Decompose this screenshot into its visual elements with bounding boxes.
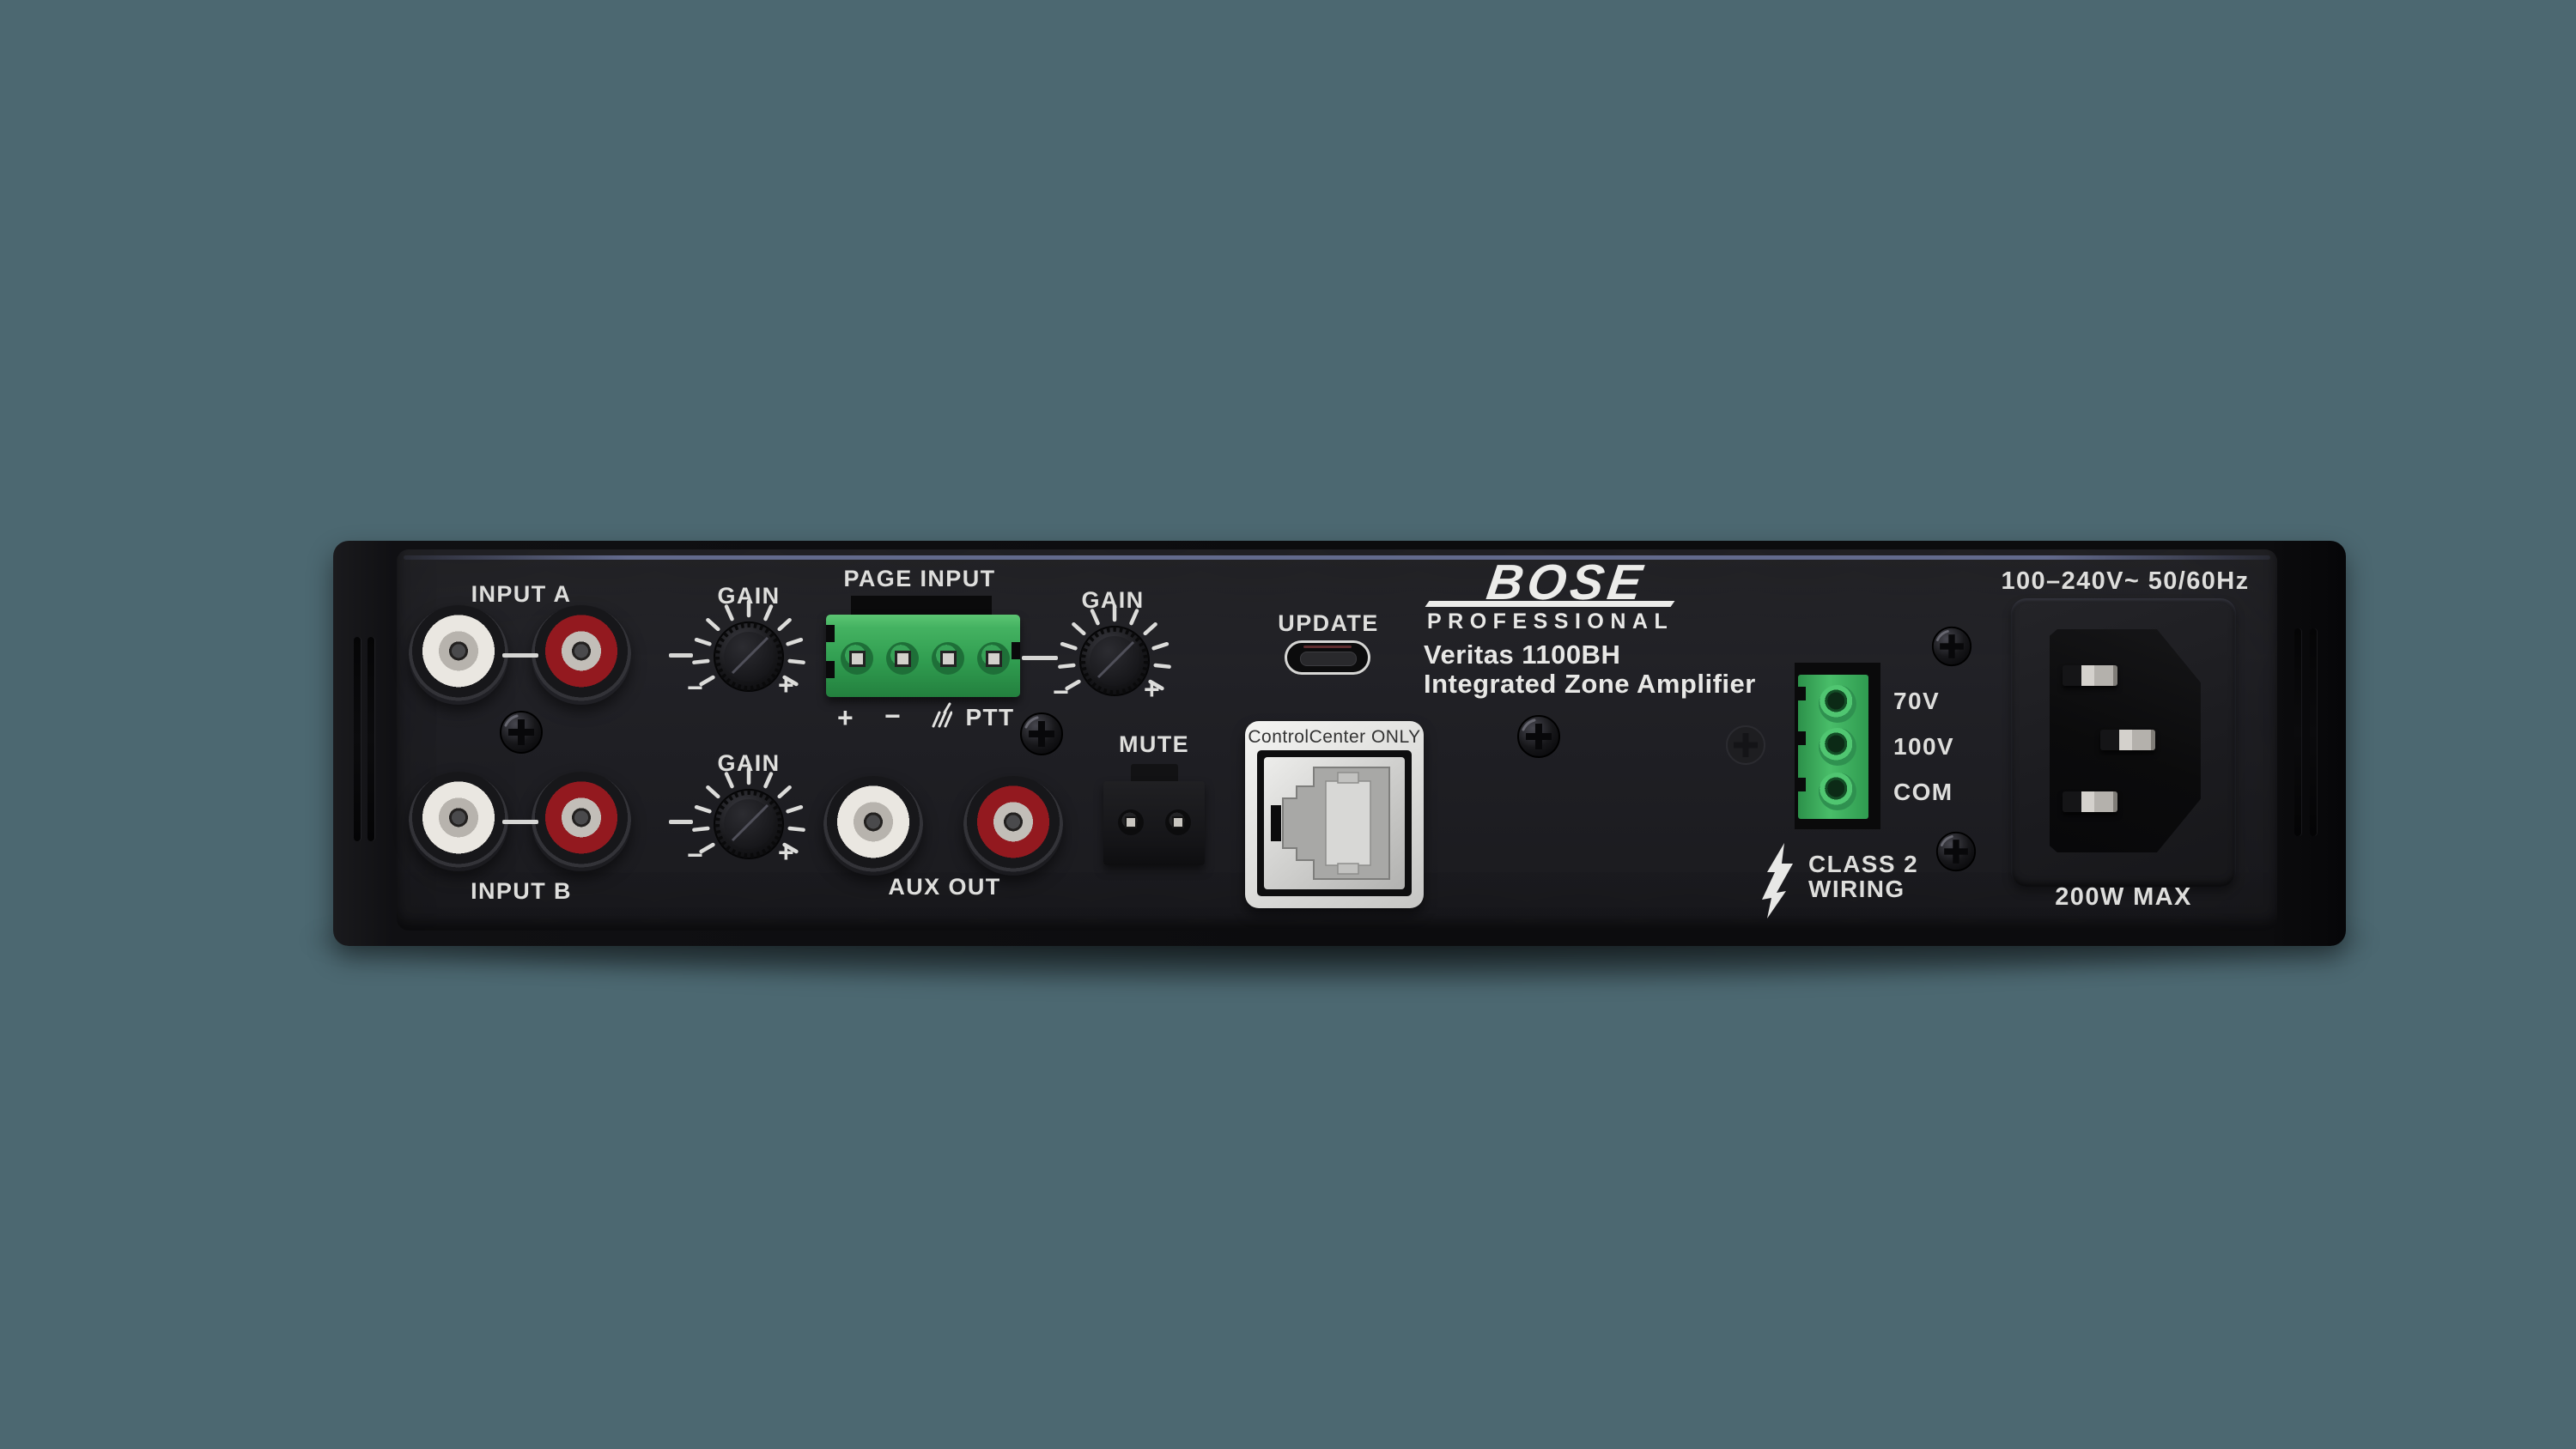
euroblock-pin[interactable] bbox=[977, 642, 1010, 675]
euroblock-pin[interactable] bbox=[886, 642, 919, 675]
euroblock-pin[interactable] bbox=[841, 642, 873, 675]
iec-pin bbox=[2063, 665, 2117, 686]
update-label: UPDATE bbox=[1251, 610, 1406, 636]
left-ear-vent-slot bbox=[368, 637, 374, 841]
connection-dash bbox=[502, 820, 538, 824]
input-b-label: INPUT B bbox=[429, 878, 613, 904]
tap-70v-label: 70V bbox=[1893, 688, 1979, 714]
screw bbox=[1019, 712, 1064, 756]
connection-dash bbox=[1022, 656, 1058, 660]
speaker-terminal-com[interactable] bbox=[1819, 773, 1856, 810]
aux-out-right-rca-jack[interactable] bbox=[963, 776, 1063, 876]
page-terminal-minus: − bbox=[884, 702, 901, 730]
speaker-terminal-70v[interactable] bbox=[1819, 685, 1856, 723]
controlcenter-only-label: ControlCenter ONLY bbox=[1245, 727, 1424, 748]
flush-screw bbox=[1725, 724, 1766, 766]
class2-wiring-line2: WIRING bbox=[1808, 876, 1980, 902]
mute-pin bbox=[1165, 809, 1191, 835]
chassis-ground-icon bbox=[932, 702, 952, 728]
page-terminal-plus: + bbox=[837, 704, 854, 731]
input-b-right-rca-jack[interactable] bbox=[532, 772, 631, 871]
screw bbox=[1935, 831, 1977, 872]
gain-plus-label: + bbox=[1144, 676, 1160, 703]
page-input-label: PAGE INPUT bbox=[816, 566, 1024, 591]
speaker-terminal-100v[interactable] bbox=[1819, 728, 1856, 766]
screw bbox=[1516, 714, 1561, 759]
gain-plus-label: + bbox=[778, 839, 794, 866]
usb-c-slot bbox=[1300, 652, 1357, 666]
gain-minus-label: − bbox=[1053, 678, 1069, 706]
input-a-label: INPUT A bbox=[429, 581, 613, 607]
model-description: Integrated Zone Amplifier bbox=[1424, 669, 1756, 700]
iec-pin bbox=[2100, 730, 2155, 750]
connection-dash bbox=[502, 653, 538, 658]
left-ear-vent-slot bbox=[354, 637, 361, 841]
gain-plus-label: + bbox=[778, 671, 794, 699]
euroblock-notch bbox=[1012, 642, 1020, 659]
euroblock-notch bbox=[1798, 778, 1806, 791]
model-name: Veritas 1100BH bbox=[1424, 640, 1620, 670]
euroblock-notch bbox=[1798, 731, 1806, 745]
aux-out-label: AUX OUT bbox=[850, 874, 1039, 900]
gain-minus-label: − bbox=[687, 674, 703, 701]
euroblock-pin[interactable] bbox=[932, 642, 964, 675]
tap-100v-label: 100V bbox=[1893, 734, 1988, 760]
right-ear-vent-slot bbox=[2310, 628, 2317, 836]
power-max-label: 200W MAX bbox=[2020, 884, 2227, 910]
class2-lightning-icon bbox=[1759, 843, 1796, 919]
iec-pin bbox=[2063, 791, 2117, 812]
tap-com-label: COM bbox=[1893, 779, 1988, 805]
euroblock-notch bbox=[1798, 687, 1806, 700]
power-rating-label: 100–240V~ 50/60Hz bbox=[2001, 568, 2250, 594]
screw bbox=[499, 710, 544, 755]
gain-minus-label: − bbox=[687, 841, 703, 869]
bose-logo-underline bbox=[1425, 601, 1675, 607]
mute-label: MUTE bbox=[1094, 731, 1214, 757]
euroblock-notch bbox=[826, 625, 835, 642]
input-a-right-rca-jack[interactable] bbox=[532, 605, 631, 705]
product-photo-bose-amplifier-rear-panel: INPUT A GAIN − + INPUT B GAIN − + PAGE I… bbox=[0, 0, 2576, 1449]
mute-pin bbox=[1118, 809, 1144, 835]
input-b-left-rca-jack[interactable] bbox=[409, 772, 508, 871]
right-ear-vent-slot bbox=[2294, 628, 2301, 836]
page-terminal-ptt: PTT bbox=[960, 705, 1020, 731]
professional-wordmark: PROFESSIONAL bbox=[1427, 609, 1674, 634]
rj45-jack-face bbox=[1264, 757, 1405, 889]
aux-out-left-rca-jack[interactable] bbox=[823, 776, 923, 876]
input-a-left-rca-jack[interactable] bbox=[409, 605, 508, 705]
panel-top-highlight bbox=[404, 555, 2270, 560]
screw bbox=[1931, 626, 1972, 667]
usb-c-inner-detail bbox=[1303, 646, 1352, 648]
euroblock-notch bbox=[826, 661, 835, 678]
